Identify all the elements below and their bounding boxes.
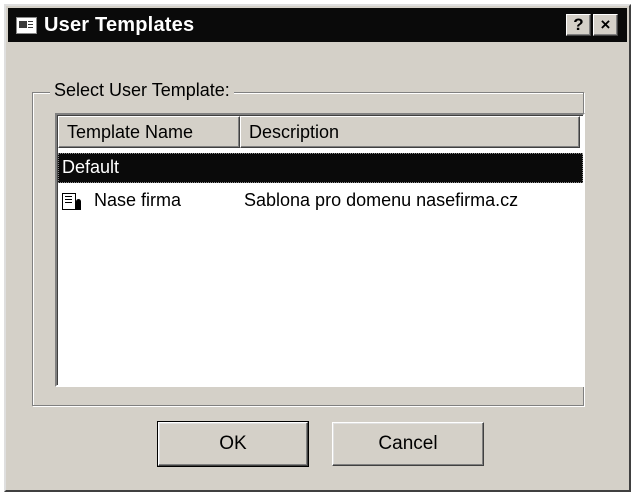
ok-button[interactable]: OK	[157, 421, 309, 467]
list-row-nase-firma[interactable]: Nase firma Sablona pro domenu nasefirma.…	[58, 186, 583, 216]
column-header-description[interactable]: Description	[240, 116, 580, 148]
help-button[interactable]: ?	[566, 14, 591, 36]
list-row-default[interactable]: Default	[58, 153, 583, 183]
row-description: Sablona pro domenu nasefirma.cz	[244, 190, 519, 210]
template-list[interactable]: Template Name Description Default Nase f…	[55, 113, 585, 387]
cancel-button[interactable]: Cancel	[332, 422, 484, 466]
list-header: Template Name Description	[58, 116, 583, 148]
column-header-template-name[interactable]: Template Name	[58, 116, 240, 148]
window-title: User Templates	[44, 14, 195, 36]
close-button[interactable]: ×	[593, 14, 618, 36]
window-app-icon	[16, 17, 37, 34]
title-bar[interactable]: User Templates ? ×	[8, 8, 627, 42]
user-template-icon	[62, 193, 81, 210]
row-name: Default	[62, 157, 120, 177]
groupbox-label: Select User Template:	[50, 80, 234, 101]
row-name: Nase firma	[94, 190, 182, 210]
